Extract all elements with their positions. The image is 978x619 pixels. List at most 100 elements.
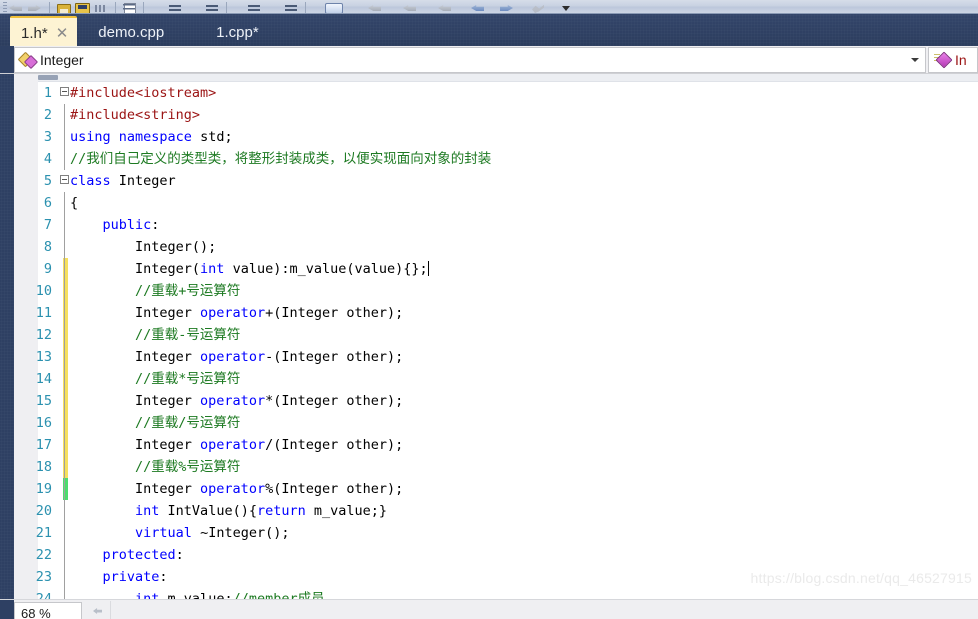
code-line[interactable]: 14 //重载*号运算符 [0, 368, 978, 390]
comment-icon[interactable] [246, 1, 263, 13]
nav-left-filler [0, 46, 14, 73]
code-token: return [256, 503, 306, 519]
tab-1-cpp[interactable]: 1.cpp* [205, 18, 268, 46]
save-all-icon[interactable] [74, 1, 91, 13]
wrench-icon[interactable] [530, 1, 547, 13]
list-icon[interactable] [121, 1, 138, 13]
chevron-down-icon[interactable] [908, 48, 922, 72]
code-line[interactable]: 12 //重载-号运算符 [0, 324, 978, 346]
bookmark-prev-icon[interactable] [367, 1, 384, 13]
tab-1-h[interactable]: 1.h* ✕ [10, 16, 78, 46]
code-line[interactable]: 9 Integer(int value):m_value(value){}; [0, 258, 978, 280]
code-token: operator [200, 437, 266, 453]
code-token: //重载-号运算符 [70, 327, 241, 343]
scope-combobox-value: Integer [40, 52, 84, 68]
code-line[interactable]: 6{ [0, 192, 978, 214]
fold-guide-line [64, 544, 65, 566]
line-number: 10 [35, 283, 52, 299]
code-navigation-bar: Integer In [0, 46, 978, 74]
code-token: Integer [70, 349, 201, 365]
code-text: //重载-号运算符 [70, 324, 240, 346]
scrollbar-thumb[interactable] [38, 75, 58, 80]
code-line[interactable]: 2 #include<string> [0, 104, 978, 126]
bookmark-clear-icon[interactable] [437, 1, 454, 13]
code-line[interactable]: 20 int IntValue(){return m_value;} [0, 500, 978, 522]
code-text: //我们自己定义的类型类，将整形封装成类，以便实现面向对象的封装 [70, 148, 491, 170]
code-token: virtual [135, 525, 192, 541]
save-icon[interactable] [55, 1, 72, 13]
fold-guide-line [64, 368, 65, 390]
code-token: Integer(); [70, 239, 217, 255]
member-combobox[interactable]: In [928, 47, 978, 73]
code-token: operator [200, 393, 266, 409]
horizontal-scrollbar[interactable] [38, 74, 978, 82]
line-number: 21 [35, 525, 52, 541]
toolbar-grip[interactable] [3, 2, 7, 13]
text-cursor [427, 261, 429, 276]
toolbar-separator [143, 2, 144, 13]
close-icon[interactable]: ✕ [56, 26, 69, 41]
uncomment-icon[interactable] [283, 1, 300, 13]
code-token: Integer [70, 481, 201, 497]
code-token: Integer [70, 305, 201, 321]
undo-icon[interactable] [8, 1, 25, 13]
code-token: //我们自己定义的类型类，将整形封装成类，以便实现面向对象的封装 [70, 151, 492, 167]
code-line[interactable]: 3 using namespace std; [0, 126, 978, 148]
collapse-toggle-icon[interactable] [60, 175, 69, 184]
code-text: { [70, 192, 78, 214]
code-line[interactable]: 17 Integer operator/(Integer other); [0, 434, 978, 456]
code-token: value):m_value(value){}; [224, 261, 428, 277]
code-token: operator [200, 305, 266, 321]
outdent-icon[interactable] [204, 1, 221, 13]
fold-guide-line [64, 126, 65, 148]
code-token: private [102, 569, 160, 585]
code-line[interactable]: 13 Integer operator-(Integer other); [0, 346, 978, 368]
line-number: 13 [35, 349, 52, 365]
code-line[interactable]: 22 protected: [0, 544, 978, 566]
navigate-back-icon[interactable] [470, 1, 487, 13]
line-number: 4 [43, 151, 52, 167]
code-line[interactable]: 16 //重载/号运算符 [0, 412, 978, 434]
fold-guide-line [64, 324, 65, 346]
toolbar-separator [49, 2, 50, 13]
code-line[interactable]: 4 //我们自己定义的类型类，将整形封装成类，以便实现面向对象的封装 [0, 148, 978, 170]
code-editor[interactable]: 1 #include<iostream> 2 #include<string> 3 usi… [0, 74, 978, 599]
status-left-filler [0, 600, 14, 619]
code-token: { [70, 195, 79, 211]
zoom-level-combobox[interactable]: 68 % [14, 602, 82, 619]
code-line[interactable]: 15 Integer operator*(Integer other); [0, 390, 978, 412]
code-line[interactable]: 1 #include<iostream> [0, 82, 978, 104]
code-line[interactable]: 11 Integer operator+(Integer other); [0, 302, 978, 324]
toolbar-overflow-chevron-icon[interactable] [557, 1, 574, 13]
bookmark-next-icon[interactable] [402, 1, 419, 13]
code-line[interactable]: 19 Integer operator%(Integer other); [0, 478, 978, 500]
collapse-toggle-icon[interactable] [60, 87, 69, 96]
code-line[interactable]: 21 virtual ~Integer(); [0, 522, 978, 544]
fold-guide-line [64, 390, 65, 412]
code-line[interactable]: 5 class Integer [0, 170, 978, 192]
navigate-back-icon[interactable] [92, 605, 104, 617]
redo-icon[interactable] [27, 1, 44, 13]
code-text: protected: [70, 544, 184, 566]
button-icon[interactable] [325, 1, 349, 13]
code-line[interactable]: 18 //重载%号运算符 [0, 456, 978, 478]
code-token: : [175, 547, 184, 563]
dots-icon[interactable] [93, 1, 110, 13]
line-number: 1 [43, 85, 52, 101]
code-line[interactable]: 24 int m_value;//member成员 [0, 588, 978, 599]
code-line[interactable]: 23 private: [0, 566, 978, 588]
code-token: namespace [118, 129, 192, 145]
indent-icon[interactable] [167, 1, 184, 13]
scope-combobox[interactable]: Integer [14, 47, 926, 73]
code-line[interactable]: 8 Integer(); [0, 236, 978, 258]
code-line[interactable]: 7 public: [0, 214, 978, 236]
code-line[interactable]: 10 //重载+号运算符 [0, 280, 978, 302]
code-lines[interactable]: 1 #include<iostream> 2 #include<string> 3 usi… [0, 82, 978, 599]
code-token: Integer [70, 393, 201, 409]
code-token: %(Integer other); [265, 481, 404, 497]
navigate-forward-icon[interactable] [499, 1, 516, 13]
tab-demo-cpp[interactable]: demo.cpp [87, 18, 173, 46]
code-token: //重载/号运算符 [70, 415, 241, 431]
